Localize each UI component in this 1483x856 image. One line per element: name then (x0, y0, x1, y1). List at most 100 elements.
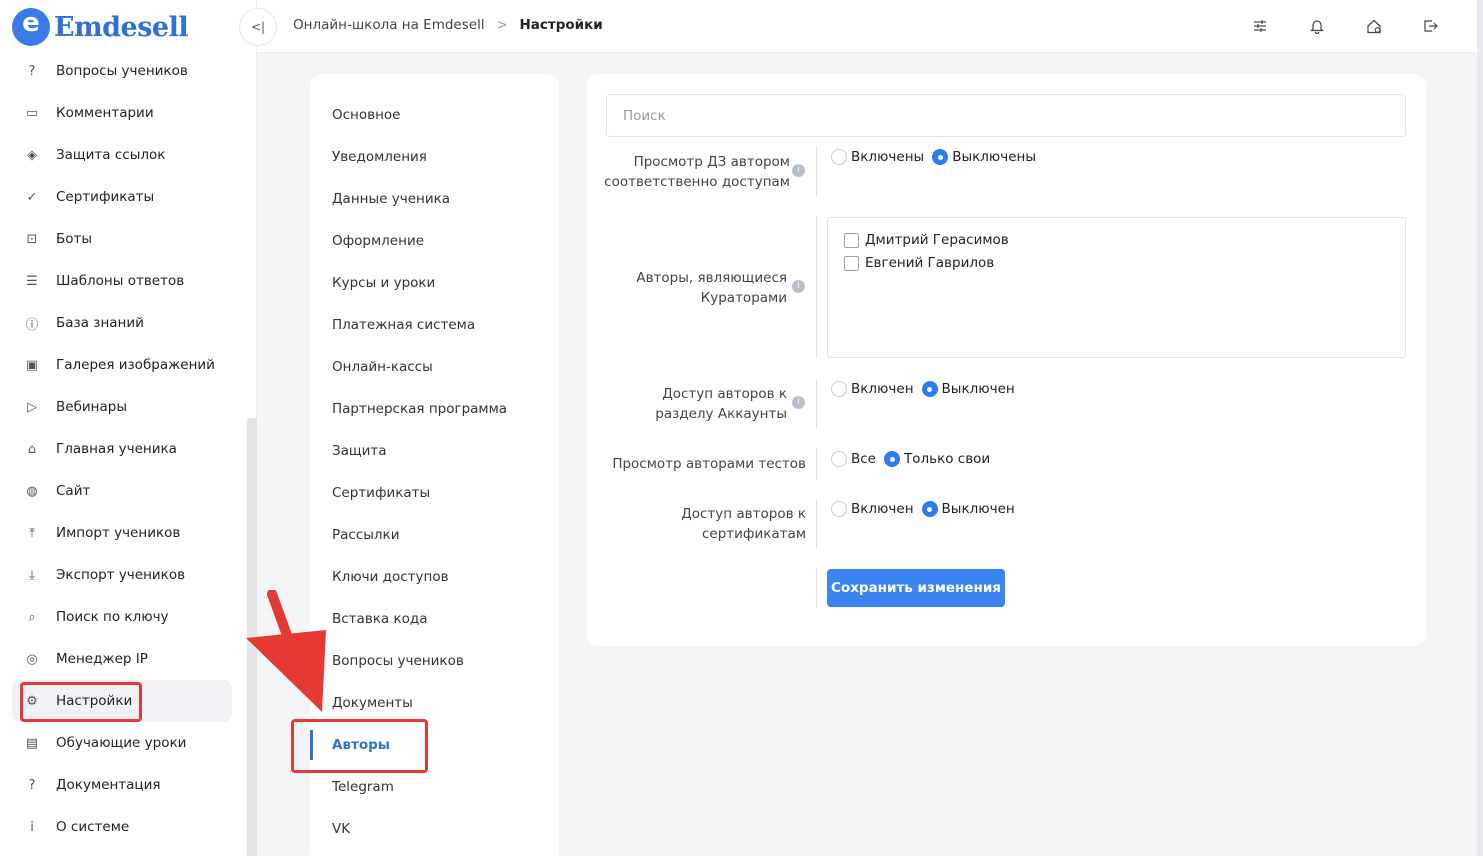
logo-text: Emdesell (54, 11, 189, 43)
sidebar-item[interactable]: ⓘ База знаний (12, 302, 232, 344)
submenu-item[interactable]: Вопросы учеников (310, 640, 559, 682)
logo-icon: e (12, 8, 52, 46)
curator-checkbox-row[interactable]: Дмитрий Герасимов (844, 232, 1009, 248)
info-icon[interactable]: i (792, 164, 805, 177)
curator-name: Дмитрий Герасимов (865, 232, 1009, 248)
target-icon: ◎ (26, 651, 38, 667)
save-button[interactable]: Сохранить изменения (827, 569, 1005, 607)
submenu-item[interactable]: Партнерская программа (310, 388, 559, 430)
sidebar-item[interactable]: ◈ Защита ссылок (12, 134, 232, 176)
sidebar-nav: ? Вопросы учеников ▭ Комментарии ◈ Защита ссы… (12, 50, 232, 848)
radio-button[interactable] (831, 149, 847, 165)
submenu-item[interactable]: Данные ученика (310, 178, 559, 220)
submenu-item[interactable]: Вставка кода (310, 598, 559, 640)
sidebar-item-label: Защита ссылок (56, 147, 166, 163)
radio-label: Все (851, 451, 876, 467)
sidebar-item[interactable]: ◍ Сайт (12, 470, 232, 512)
submenu-item[interactable]: Основное (310, 94, 559, 136)
radio-label: Выключен (941, 381, 1015, 397)
submenu-item[interactable]: Защита (310, 430, 559, 472)
logo[interactable]: e Emdesell (12, 8, 189, 46)
radio-button[interactable] (831, 381, 847, 397)
annotation-arrow-icon (246, 590, 326, 712)
radio-option[interactable]: Все (831, 451, 884, 467)
sidebar-item[interactable]: ✓ Сертификаты (12, 176, 232, 218)
divider (816, 569, 817, 607)
radio-option[interactable]: Включены (831, 149, 932, 165)
accounts-access-label: Доступ авторов к разделу Аккаунты (655, 386, 787, 422)
logout-icon[interactable] (1419, 14, 1443, 38)
sidebar-item-label: Поиск по ключу (56, 609, 169, 625)
curator-name: Евгений Гаврилов (865, 255, 995, 271)
curator-checkbox-row[interactable]: Евгений Гаврилов (844, 255, 994, 271)
radio-button[interactable] (831, 451, 847, 467)
sliders-icon[interactable] (1248, 14, 1272, 38)
search-input[interactable] (606, 94, 1406, 137)
sidebar-item[interactable]: ⌂ Главная ученика (12, 428, 232, 470)
submenu-item[interactable]: Документы (310, 682, 559, 724)
submenu-item[interactable]: Сертификаты (310, 472, 559, 514)
question-circle-icon: ? (28, 63, 36, 79)
sidebar-item[interactable]: ◎ Менеджер IP (12, 638, 232, 680)
info-icon[interactable]: i (792, 280, 805, 293)
submenu-item[interactable]: VK (310, 808, 559, 850)
submenu-item[interactable]: Курсы и уроки (310, 262, 559, 304)
breadcrumb: Онлайн-школа на Emdesell > Настройки (293, 17, 603, 33)
sidebar-item[interactable]: ▣ Галерея изображений (12, 344, 232, 386)
shield-icon: ◈ (27, 147, 37, 163)
sidebar-item[interactable]: ⤓ Экспорт учеников (12, 554, 232, 596)
radio-button[interactable] (932, 149, 949, 165)
topbar: <| Онлайн-школа на Emdesell > Настройки (239, 0, 1477, 53)
sidebar-item[interactable]: ? Вопросы учеников (12, 50, 232, 92)
radio-button[interactable] (884, 451, 900, 467)
list-icon: ☰ (26, 273, 38, 289)
film-icon: ▤ (25, 735, 39, 751)
info-icon[interactable]: i (792, 396, 805, 409)
collapse-sidebar-button[interactable]: <| (239, 8, 277, 46)
sidebar-item[interactable]: ? Документация (12, 764, 232, 806)
page-scrollbar[interactable] (1477, 0, 1483, 856)
sidebar-item[interactable]: ▭ Комментарии (12, 92, 232, 134)
sidebar-item[interactable]: ▤ Обучающие уроки (12, 722, 232, 764)
radio-button[interactable] (921, 501, 938, 517)
info-square-icon: i (30, 819, 34, 835)
sidebar-item[interactable]: ⤒ Импорт учеников (12, 512, 232, 554)
checkbox[interactable] (844, 232, 859, 248)
submenu-item[interactable]: Уведомления (310, 136, 559, 178)
radio-option[interactable]: Только свои (884, 451, 998, 467)
submenu-item[interactable]: Онлайн-кассы (310, 346, 559, 388)
radio-option[interactable]: Включен (831, 501, 922, 517)
submenu-item[interactable]: Рассылки (310, 514, 559, 556)
home-icon: ⌂ (27, 441, 37, 457)
radio-label: Включен (851, 501, 914, 517)
checkbox[interactable] (844, 255, 859, 271)
radio-option[interactable]: Выключен (921, 381, 1023, 397)
radio-option[interactable]: Выключен (921, 501, 1023, 517)
sidebar-item-label: Сайт (56, 483, 91, 499)
sidebar-item-label: База знаний (56, 315, 144, 331)
upload-icon: ⤒ (29, 525, 35, 541)
radio-option[interactable]: Включен (831, 381, 922, 397)
search-icon: ⌕ (28, 609, 36, 625)
tests-view-label: Просмотр авторами тестов (612, 456, 806, 472)
certs-access-radio-group: Включен Выключен (831, 501, 1023, 517)
sidebar-item[interactable]: i О системе (12, 806, 232, 848)
home-settings-icon[interactable] (1362, 14, 1386, 38)
radio-button[interactable] (831, 501, 847, 517)
breadcrumb-root[interactable]: Онлайн-школа на Emdesell (293, 17, 485, 33)
sidebar-item-label: Вебинары (56, 399, 127, 415)
sidebar-item[interactable]: ☰ Шаблоны ответов (12, 260, 232, 302)
submenu-item[interactable]: Ключи доступов (310, 556, 559, 598)
hw-view-label: Просмотр ДЗ автором соответственно досту… (604, 154, 790, 190)
bell-icon[interactable] (1305, 14, 1329, 38)
submenu-item[interactable]: Платежная система (310, 304, 559, 346)
radio-button[interactable] (921, 381, 938, 397)
sidebar-item[interactable]: ⊡ Боты (12, 218, 232, 260)
divider (816, 499, 817, 549)
sidebar-item[interactable]: ▷ Вебинары (12, 386, 232, 428)
radio-option[interactable]: Выключены (932, 149, 1044, 165)
radio-label: Выключены (952, 149, 1037, 165)
submenu-item[interactable]: Оформление (310, 220, 559, 262)
breadcrumb-current: Настройки (519, 17, 603, 33)
sidebar-item[interactable]: ⌕ Поиск по ключу (12, 596, 232, 638)
